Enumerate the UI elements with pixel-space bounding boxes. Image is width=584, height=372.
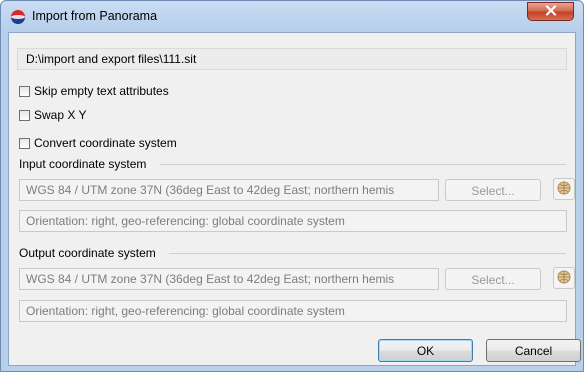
close-button[interactable] bbox=[527, 2, 574, 21]
file-path-field: D:\import and export files\111.sit bbox=[17, 48, 567, 70]
skip-empty-attributes-label: Skip empty text attributes bbox=[34, 84, 169, 98]
input-cs-globe-button[interactable] bbox=[553, 178, 575, 200]
globe-icon bbox=[557, 181, 571, 198]
swap-xy-option[interactable]: Swap X Y bbox=[19, 107, 86, 123]
input-cs-field: WGS 84 / UTM zone 37N (36deg East to 42d… bbox=[19, 179, 439, 201]
swap-xy-label: Swap X Y bbox=[34, 108, 87, 122]
input-cs-divider bbox=[160, 164, 566, 165]
output-cs-orientation-field: Orientation: right, geo-referencing: glo… bbox=[19, 300, 567, 322]
input-cs-group-label: Input coordinate system bbox=[19, 157, 147, 171]
output-cs-divider bbox=[169, 253, 566, 254]
output-cs-globe-button[interactable] bbox=[553, 267, 575, 289]
close-x-icon bbox=[545, 4, 557, 19]
skip-empty-attributes-checkbox[interactable] bbox=[19, 85, 30, 97]
panorama-globe-icon bbox=[10, 9, 26, 25]
output-cs-select-button[interactable]: Select... bbox=[445, 268, 541, 290]
import-dialog-window: Import from Panorama D:\import and expor… bbox=[0, 0, 584, 372]
output-cs-field: WGS 84 / UTM zone 37N (36deg East to 42d… bbox=[19, 268, 439, 290]
skip-empty-attributes-option[interactable]: Skip empty text attributes bbox=[19, 83, 169, 99]
swap-xy-checkbox[interactable] bbox=[19, 109, 30, 121]
window-title: Import from Panorama bbox=[32, 9, 158, 23]
dialog-body: D:\import and export files\111.sit Skip … bbox=[8, 32, 581, 366]
title-bar[interactable]: Import from Panorama bbox=[1, 1, 583, 31]
convert-coordinate-system-option[interactable]: Convert coordinate system bbox=[19, 135, 177, 151]
output-cs-group-label: Output coordinate system bbox=[19, 246, 156, 260]
cancel-button[interactable]: Cancel bbox=[486, 339, 581, 362]
convert-coordinate-system-label: Convert coordinate system bbox=[34, 136, 177, 150]
convert-coordinate-system-checkbox[interactable] bbox=[19, 137, 30, 149]
input-cs-select-button[interactable]: Select... bbox=[445, 179, 541, 201]
input-cs-orientation-field: Orientation: right, geo-referencing: glo… bbox=[19, 210, 567, 232]
ok-button[interactable]: OK bbox=[378, 339, 473, 362]
globe-icon bbox=[557, 270, 571, 287]
